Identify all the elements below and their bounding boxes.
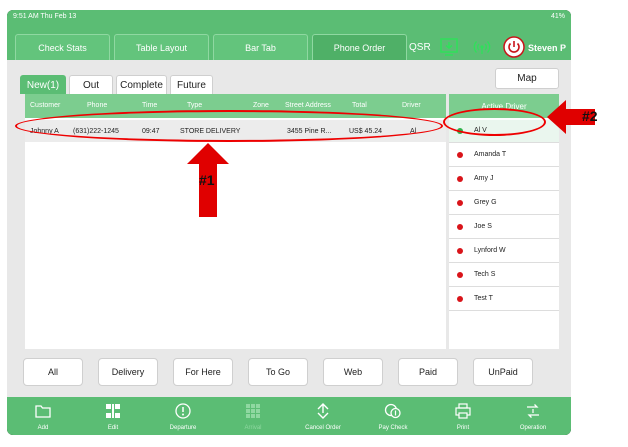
print-label: Print — [456, 425, 470, 431]
driver-status-dot — [457, 296, 463, 302]
bottom-toolbar: Add Edit Departure Arrival Cancel Order … — [7, 397, 571, 435]
driver-name: Tech S — [474, 271, 496, 278]
driver-item[interactable]: Grey G — [449, 192, 559, 215]
filter-to-go-button[interactable]: To Go — [248, 358, 308, 386]
driver-item[interactable]: Test T — [449, 288, 559, 311]
operation-label: Operation — [519, 425, 547, 431]
col-zone: Zone — [253, 102, 269, 109]
col-time: Time — [142, 102, 158, 109]
map-button[interactable]: Map — [495, 68, 559, 89]
driver-item[interactable]: Amanda T — [449, 144, 559, 167]
filter-paid-button[interactable]: Paid — [398, 358, 458, 386]
grid-disabled-icon — [223, 402, 283, 420]
col-street-address: Street Address — [285, 102, 331, 109]
annotation-label-1: #1 — [199, 172, 215, 188]
annotation-ellipse-driver — [443, 108, 546, 136]
driver-name: Amy J — [474, 175, 494, 182]
printer-icon — [433, 402, 493, 420]
filter-for-here-button[interactable]: For Here — [173, 358, 233, 386]
annotation-label-2: #2 — [582, 108, 598, 124]
status-time: 9:51 AM Thu Feb 13 — [13, 12, 77, 20]
driver-status-dot — [457, 200, 463, 206]
folder-icon — [13, 402, 73, 420]
col-phone: Phone — [87, 102, 108, 109]
coins-icon — [363, 402, 423, 420]
current-user[interactable]: Steven P — [528, 34, 566, 61]
subtab-complete[interactable]: Complete — [116, 75, 167, 94]
ios-status-bar: 9:51 AM Thu Feb 13 41% — [7, 10, 571, 22]
subtab-out[interactable]: Out — [69, 75, 113, 94]
annotation-ellipse-order — [15, 110, 443, 142]
add-button[interactable]: Add — [13, 397, 73, 435]
departure-label: Departure — [169, 425, 197, 431]
cancel-order-label: Cancel Order — [305, 425, 341, 431]
edit-button[interactable]: Edit — [83, 397, 143, 435]
alert-circle-icon — [153, 402, 213, 420]
edit-label: Edit — [107, 425, 119, 431]
filter-unpaid-button[interactable]: UnPaid — [473, 358, 533, 386]
app-window: 9:51 AM Thu Feb 13 41% Check Stats Table… — [7, 10, 571, 435]
swap-arrows-icon — [293, 402, 353, 420]
driver-item[interactable]: Amy J — [449, 168, 559, 191]
wireless-signal-icon[interactable] — [470, 35, 494, 59]
tab-bar-tab[interactable]: Bar Tab — [213, 34, 308, 61]
col-driver: Driver — [402, 102, 421, 109]
driver-item[interactable]: Tech S — [449, 264, 559, 287]
driver-item[interactable]: Lynford W — [449, 240, 559, 263]
arrival-label: Arrival — [244, 425, 262, 431]
cancel-order-button[interactable]: Cancel Order — [293, 397, 353, 435]
filter-all-button[interactable]: All — [23, 358, 83, 386]
col-type: Type — [187, 102, 203, 109]
pay-check-button[interactable]: Pay Check — [363, 397, 423, 435]
qsr-button[interactable]: QSR — [409, 34, 431, 61]
driver-status-dot — [457, 176, 463, 182]
driver-name: Amanda T — [474, 151, 507, 158]
subtab-new[interactable]: New(1) — [20, 75, 66, 94]
tab-table-layout[interactable]: Table Layout — [114, 34, 209, 61]
tab-phone-order[interactable]: Phone Order — [312, 34, 407, 61]
driver-status-dot — [457, 152, 463, 158]
driver-name: Lynford W — [474, 247, 506, 254]
col-customer: Customer — [30, 102, 61, 109]
driver-name: Test T — [474, 295, 493, 302]
arrival-button[interactable]: Arrival — [223, 397, 283, 435]
col-total: Total — [352, 102, 367, 109]
pay-check-label: Pay Check — [378, 425, 408, 431]
battery-status: 41% — [550, 12, 565, 20]
add-label: Add — [37, 425, 49, 431]
driver-status-dot — [457, 272, 463, 278]
grid-edit-icon — [83, 402, 143, 420]
driver-name: Joe S — [474, 223, 492, 230]
departure-button[interactable]: Departure — [153, 397, 213, 435]
power-icon[interactable] — [502, 35, 526, 59]
driver-item[interactable]: Joe S — [449, 216, 559, 239]
subtab-future[interactable]: Future — [170, 75, 213, 94]
tab-check-stats[interactable]: Check Stats — [15, 34, 110, 61]
filter-delivery-button[interactable]: Delivery — [98, 358, 158, 386]
top-navigation: Check Stats Table Layout Bar Tab Phone O… — [7, 22, 571, 61]
dollar-swap-icon — [503, 402, 563, 420]
driver-name: Grey G — [474, 199, 497, 206]
driver-status-dot — [457, 248, 463, 254]
driver-status-dot — [457, 224, 463, 230]
operation-button[interactable]: Operation — [503, 397, 563, 435]
print-button[interactable]: Print — [433, 397, 493, 435]
download-icon[interactable] — [437, 35, 461, 59]
filter-web-button[interactable]: Web — [323, 358, 383, 386]
